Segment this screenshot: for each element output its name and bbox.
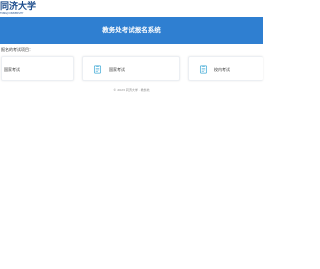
exam-card-label: 国家考试 bbox=[109, 67, 125, 72]
header-banner: 教务处考试报名系统 bbox=[0, 17, 263, 44]
top-bar: 同济大学 TONGJI UNIVERSITY bbox=[0, 0, 263, 17]
exam-card-label: 国家考试 bbox=[4, 67, 20, 72]
exam-card-national-1[interactable]: 国家考试 bbox=[1, 56, 74, 81]
exam-card-campus[interactable]: 校内考试 bbox=[188, 56, 263, 81]
exam-form-icon bbox=[199, 65, 208, 74]
footer-copyright: © 2023 同济大学 · 教务处 bbox=[113, 88, 150, 92]
page-title: 教务处考试报名系统 bbox=[102, 26, 161, 34]
exam-card-label: 校内考试 bbox=[214, 67, 230, 72]
exam-card-national-2[interactable]: 国家考试 bbox=[82, 56, 180, 81]
exam-form-icon bbox=[93, 65, 102, 74]
logo-text-en: TONGJI UNIVERSITY bbox=[0, 12, 24, 15]
logo-text-cn: 同济大学 bbox=[0, 2, 37, 12]
section-label: 报名的考试项目： bbox=[1, 47, 33, 52]
university-logo[interactable]: 同济大学 TONGJI UNIVERSITY bbox=[0, 2, 44, 17]
